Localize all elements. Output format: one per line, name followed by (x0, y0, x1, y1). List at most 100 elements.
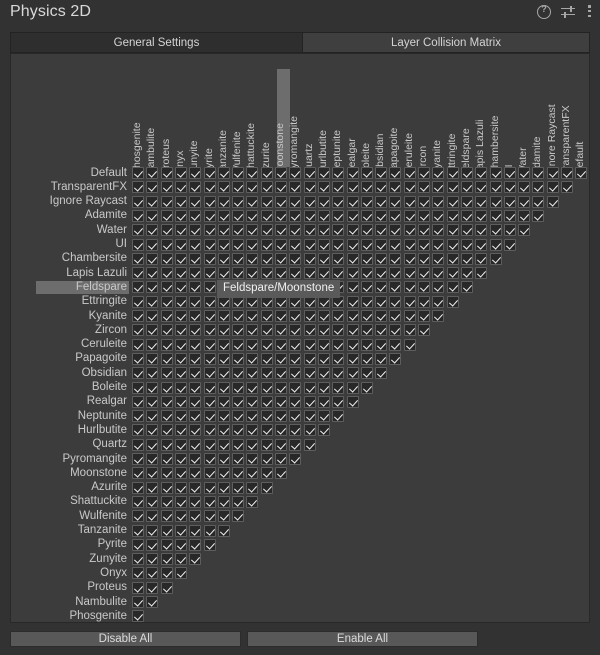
collision-checkbox[interactable] (160, 338, 173, 351)
collision-checkbox[interactable] (332, 167, 345, 179)
collision-checkbox[interactable] (275, 252, 287, 265)
collision-checkbox[interactable] (189, 338, 202, 351)
collision-checkbox[interactable] (389, 324, 402, 337)
collision-checkbox[interactable] (503, 238, 516, 251)
collision-checkbox[interactable] (132, 438, 144, 451)
collision-checkbox[interactable] (246, 310, 259, 322)
collision-checkbox[interactable] (189, 495, 202, 508)
collision-checkbox[interactable] (132, 538, 144, 551)
collision-checkbox[interactable] (189, 367, 202, 380)
collision-checkbox[interactable] (232, 310, 245, 322)
collision-checkbox[interactable] (260, 424, 273, 437)
collision-checkbox[interactable] (189, 295, 202, 308)
collision-checkbox[interactable] (446, 281, 459, 294)
collision-checkbox[interactable] (303, 410, 316, 423)
collision-checkbox[interactable] (246, 395, 259, 408)
collision-checkbox[interactable] (403, 195, 416, 208)
collision-checkbox[interactable] (275, 410, 287, 423)
more-options-kebab-icon[interactable] (588, 5, 592, 19)
collision-checkbox[interactable] (160, 524, 173, 537)
collision-checkbox[interactable] (446, 209, 459, 222)
row-label[interactable]: Nambulite (75, 596, 127, 609)
collision-checkbox[interactable] (332, 209, 345, 222)
collision-checkbox[interactable] (203, 238, 216, 251)
collision-checkbox[interactable] (146, 281, 159, 294)
collision-checkbox[interactable] (418, 209, 430, 222)
row-label[interactable]: Zunyite (89, 553, 127, 566)
collision-checkbox[interactable] (303, 324, 316, 337)
collision-checkbox[interactable] (275, 209, 287, 222)
collision-checkbox[interactable] (418, 310, 430, 322)
collision-checkbox[interactable] (217, 267, 230, 280)
collision-checkbox[interactable] (403, 167, 416, 179)
collision-checkbox[interactable] (160, 181, 173, 194)
collision-checkbox[interactable] (160, 410, 173, 423)
collision-checkbox[interactable] (246, 267, 259, 280)
collision-checkbox[interactable] (403, 209, 416, 222)
collision-checkbox[interactable] (174, 224, 187, 237)
collision-checkbox[interactable] (246, 167, 259, 179)
collision-checkbox[interactable] (346, 310, 359, 322)
collision-checkbox[interactable] (303, 352, 316, 365)
collision-checkbox[interactable] (375, 181, 388, 194)
collision-checkbox[interactable] (146, 596, 159, 608)
collision-checkbox[interactable] (174, 195, 187, 208)
collision-checkbox[interactable] (203, 524, 216, 537)
collision-checkbox[interactable] (346, 209, 359, 222)
collision-checkbox[interactable] (132, 209, 144, 222)
collision-checkbox[interactable] (317, 410, 330, 423)
collision-checkbox[interactable] (160, 510, 173, 523)
collision-checkbox[interactable] (375, 267, 388, 280)
collision-checkbox[interactable] (174, 524, 187, 537)
collision-checkbox[interactable] (289, 195, 302, 208)
collision-checkbox[interactable] (518, 195, 531, 208)
collision-checkbox[interactable] (260, 267, 273, 280)
collision-checkbox[interactable] (360, 338, 373, 351)
collision-checkbox[interactable] (132, 281, 144, 294)
collision-checkbox[interactable] (460, 167, 473, 179)
collision-checkbox[interactable] (246, 181, 259, 194)
collision-checkbox[interactable] (160, 538, 173, 551)
collision-checkbox[interactable] (360, 295, 373, 308)
collision-checkbox[interactable] (446, 167, 459, 179)
collision-checkbox[interactable] (289, 438, 302, 451)
collision-checkbox[interactable] (403, 252, 416, 265)
collision-checkbox[interactable] (375, 310, 388, 322)
collision-checkbox[interactable] (518, 167, 531, 179)
collision-checkbox[interactable] (132, 267, 144, 280)
collision-checkbox[interactable] (146, 324, 159, 337)
collision-checkbox[interactable] (160, 438, 173, 451)
collision-checkbox[interactable] (475, 267, 488, 280)
collision-checkbox[interactable] (317, 338, 330, 351)
collision-checkbox[interactable] (217, 167, 230, 179)
collision-checkbox[interactable] (203, 252, 216, 265)
collision-checkbox[interactable] (174, 324, 187, 337)
collision-checkbox[interactable] (132, 510, 144, 523)
collision-checkbox[interactable] (518, 181, 531, 194)
collision-checkbox[interactable] (189, 553, 202, 566)
collision-checkbox[interactable] (246, 467, 259, 480)
collision-checkbox[interactable] (246, 209, 259, 222)
collision-checkbox[interactable] (232, 410, 245, 423)
collision-checkbox[interactable] (189, 195, 202, 208)
collision-checkbox[interactable] (317, 310, 330, 322)
collision-checkbox[interactable] (446, 295, 459, 308)
collision-checkbox[interactable] (489, 224, 502, 237)
collision-checkbox[interactable] (289, 381, 302, 394)
collision-checkbox[interactable] (174, 538, 187, 551)
collision-checkbox[interactable] (174, 453, 187, 465)
collision-checkbox[interactable] (160, 295, 173, 308)
collision-checkbox[interactable] (503, 181, 516, 194)
collision-checkbox[interactable] (232, 224, 245, 237)
collision-checkbox[interactable] (503, 224, 516, 237)
collision-checkbox[interactable] (232, 238, 245, 251)
collision-checkbox[interactable] (132, 481, 144, 494)
collision-checkbox[interactable] (389, 338, 402, 351)
collision-checkbox[interactable] (460, 209, 473, 222)
collision-checkbox[interactable] (346, 324, 359, 337)
collision-checkbox[interactable] (303, 209, 316, 222)
collision-checkbox[interactable] (246, 352, 259, 365)
collision-checkbox[interactable] (203, 395, 216, 408)
row-label[interactable]: Onyx (100, 567, 127, 580)
collision-checkbox[interactable] (475, 181, 488, 194)
